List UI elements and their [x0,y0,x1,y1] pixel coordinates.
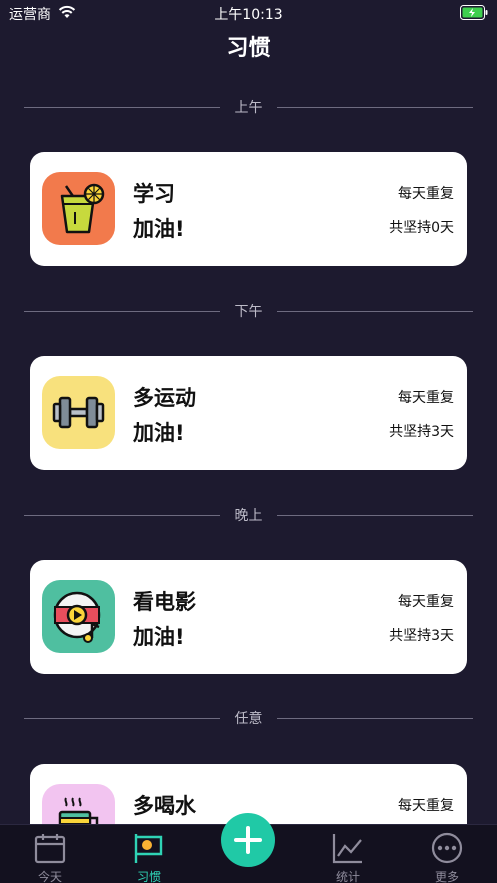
status-bar: 运营商 上午10:13 [0,0,497,26]
tab-label: 统计 [335,870,360,883]
tab-label: 习惯 [136,870,161,883]
habit-cheer: 加油! [133,217,185,241]
habit-repeat: 每天重复 [398,594,454,610]
divider [277,515,473,516]
page-title: 习惯 [226,36,271,61]
status-time: 上午10:13 [214,7,283,23]
flag-icon [134,834,163,863]
habit-repeat: 每天重复 [398,390,454,406]
tab-label: 更多 [434,870,459,883]
section-header-afternoon: 下午 [24,301,473,321]
plus-icon [234,826,262,854]
calendar-icon [34,834,66,864]
dumbbell-icon [42,376,115,449]
film-reel-icon [42,580,115,653]
section-header-anytime: 任意 [24,708,473,728]
habit-streak: 共坚持3天 [389,628,454,644]
more-icon [431,832,463,864]
habit-list[interactable]: 上午 学习 加油! 每天重复 共坚持0天 下午 多运动 加油! 每天重复 共坚持… [0,80,497,824]
cup-icon [42,784,115,824]
habit-card-study[interactable]: 学习 加油! 每天重复 共坚持0天 [30,152,467,266]
tab-stats[interactable]: 统计 [308,825,388,883]
habit-card-exercise[interactable]: 多运动 加油! 每天重复 共坚持3天 [30,356,467,470]
chart-icon [332,834,362,864]
tab-label: 今天 [37,870,62,883]
juice-icon [42,172,115,245]
habit-streak: 共坚持0天 [389,220,454,236]
habit-name: 学习 [133,182,175,206]
add-habit-button[interactable] [221,813,275,867]
tab-more[interactable]: 更多 [407,825,487,883]
habit-name: 多喝水 [133,794,196,818]
battery-icon [460,5,488,20]
habit-cheer: 加油! [133,625,185,649]
divider [277,107,473,108]
habit-cheer: 加油! [133,421,185,445]
habit-name: 看电影 [133,590,196,614]
divider [277,718,473,719]
habit-streak: 共坚持3天 [389,424,454,440]
tab-today[interactable]: 今天 [10,825,90,883]
habit-name: 多运动 [133,386,196,410]
tab-habits[interactable]: 习惯 [109,825,189,883]
section-header-evening: 晚上 [24,505,473,525]
divider [277,311,473,312]
habit-card-movie[interactable]: 看电影 加油! 每天重复 共坚持3天 [30,560,467,674]
habit-repeat: 每天重复 [398,798,454,814]
section-header-morning: 上午 [24,97,473,117]
habit-repeat: 每天重复 [398,186,454,202]
